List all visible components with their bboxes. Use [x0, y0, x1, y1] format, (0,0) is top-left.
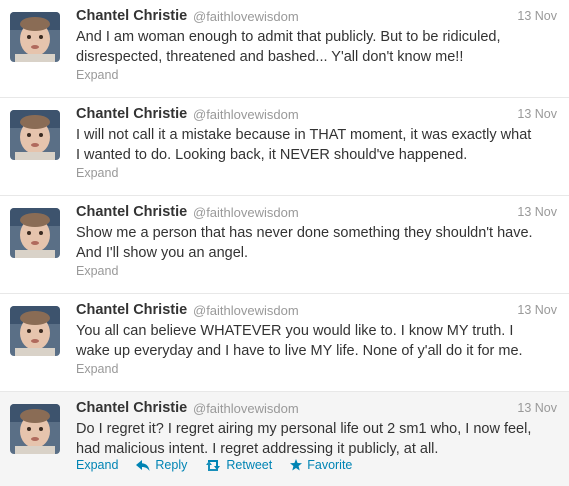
tweet-text-line: Do I regret it? I regret airing my perso…	[76, 421, 532, 437]
expand-link[interactable]: Expand	[76, 264, 118, 278]
tweet-actions: Expand	[76, 264, 136, 278]
username[interactable]: @faithlovewisdom	[193, 205, 299, 220]
retweet-icon	[206, 459, 221, 471]
favorite-button[interactable]: Favorite	[290, 458, 352, 472]
username[interactable]: @faithlovewisdom	[193, 303, 299, 318]
timestamp[interactable]: 13 Nov	[517, 401, 557, 415]
username[interactable]: @faithlovewisdom	[193, 401, 299, 416]
tweet-text: I will not call it a mistake because in …	[76, 125, 561, 165]
timestamp[interactable]: 13 Nov	[517, 303, 557, 317]
avatar[interactable]	[10, 12, 60, 62]
tweet-text: And I am woman enough to admit that publ…	[76, 27, 561, 67]
display-name[interactable]: Chantel Christie	[76, 302, 187, 318]
tweet-text-line: disrespected, threatened and bashed... Y…	[76, 49, 464, 65]
avatar[interactable]	[10, 110, 60, 160]
display-name[interactable]: Chantel Christie	[76, 204, 187, 220]
display-name[interactable]: Chantel Christie	[76, 400, 187, 416]
tweet-timeline: Chantel Christie @faithlovewisdom 13 Nov…	[0, 0, 569, 486]
username[interactable]: @faithlovewisdom	[193, 107, 299, 122]
tweet-text-line: I will not call it a mistake because in …	[76, 127, 532, 143]
expand-link[interactable]: Expand	[76, 68, 118, 82]
timestamp[interactable]: 13 Nov	[517, 205, 557, 219]
tweet-text: Do I regret it? I regret airing my perso…	[76, 419, 561, 459]
timestamp[interactable]: 13 Nov	[517, 107, 557, 121]
reply-icon	[136, 459, 150, 471]
favorite-icon	[290, 459, 303, 471]
display-name[interactable]: Chantel Christie	[76, 8, 187, 24]
tweet-item[interactable]: Chantel Christie @faithlovewisdom 13 Nov…	[0, 196, 569, 294]
expand-link[interactable]: Expand	[76, 458, 118, 472]
username[interactable]: @faithlovewisdom	[193, 9, 299, 24]
tweet-item[interactable]: Chantel Christie @faithlovewisdom 13 Nov…	[0, 392, 569, 486]
retweet-button[interactable]: Retweet	[205, 458, 272, 472]
tweet-actions: Expand Reply Retweet Favorite	[76, 458, 370, 472]
tweet-item[interactable]: Chantel Christie @faithlovewisdom 13 Nov…	[0, 98, 569, 196]
tweet-text-line: I wanted to do. Looking back, it NEVER s…	[76, 147, 468, 163]
tweet-actions: Expand	[76, 68, 136, 82]
tweet-text: You all can believe WHATEVER you would l…	[76, 321, 561, 361]
tweet-actions: Expand	[76, 166, 136, 180]
timestamp[interactable]: 13 Nov	[517, 9, 557, 23]
avatar[interactable]	[10, 306, 60, 356]
tweet-text-line: wake up everyday and I have to live MY l…	[76, 343, 523, 359]
expand-link[interactable]: Expand	[76, 166, 118, 180]
retweet-label: Retweet	[226, 458, 273, 472]
reply-button[interactable]: Reply	[136, 458, 187, 472]
tweet-text-line: You all can believe WHATEVER you would l…	[76, 323, 514, 339]
tweet-text-line: had malicious intent. I regret addressin…	[76, 441, 439, 457]
tweet-text-line: And I'll show you an angel.	[76, 245, 249, 261]
tweet-actions: Expand	[76, 362, 136, 376]
avatar[interactable]	[10, 404, 60, 454]
favorite-label: Favorite	[307, 458, 353, 472]
tweet-item[interactable]: Chantel Christie @faithlovewisdom 13 Nov…	[0, 294, 569, 392]
expand-link[interactable]: Expand	[76, 362, 118, 376]
tweet-item[interactable]: Chantel Christie @faithlovewisdom 13 Nov…	[0, 0, 569, 98]
avatar[interactable]	[10, 208, 60, 258]
tweet-text: Show me a person that has never done som…	[76, 223, 561, 263]
display-name[interactable]: Chantel Christie	[76, 106, 187, 122]
reply-label: Reply	[155, 458, 188, 472]
tweet-text-line: Show me a person that has never done som…	[76, 225, 533, 241]
tweet-text-line: And I am woman enough to admit that publ…	[76, 29, 501, 45]
